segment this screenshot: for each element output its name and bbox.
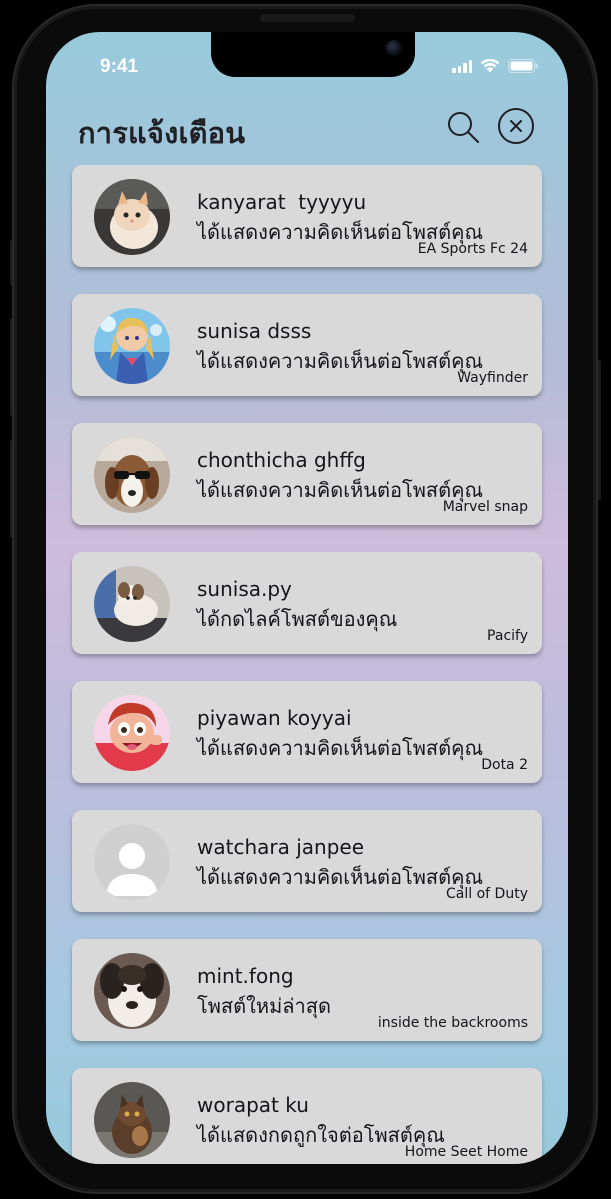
- notification-item[interactable]: worapat ku ได้แสดงกดถูกใจต่อโพสต์คุณ Hom…: [72, 1068, 542, 1164]
- puppy-closeup-avatar-icon[interactable]: [94, 953, 170, 1029]
- notification-item[interactable]: watchara janpee ได้แสดงความคิดเห็นต่อโพส…: [72, 810, 542, 912]
- notification-game: inside the backrooms: [377, 1015, 528, 1031]
- notification-game: Pacify: [487, 628, 528, 644]
- notification-username[interactable]: sunisa dsss: [197, 319, 311, 343]
- notification-item[interactable]: chonthicha ghffg ได้แสดงความคิดเห็นต่อโพ…: [72, 423, 542, 525]
- notification-message: ได้แสดงความคิดเห็นต่อโพสต์คุณ: [197, 865, 484, 889]
- search-button[interactable]: [446, 110, 482, 146]
- notification-game: EA Sports Fc 24: [417, 241, 528, 257]
- anime-girl-avatar-icon[interactable]: [94, 308, 170, 384]
- notification-game: Call of Duty: [446, 886, 528, 902]
- notification-message: โพสต์ใหม่ล่าสุด: [197, 994, 331, 1018]
- notification-username[interactable]: piyawan koyyai: [197, 706, 352, 730]
- close-icon: [510, 120, 522, 132]
- notification-username[interactable]: kanyarat tyyyyu: [197, 190, 366, 214]
- page-title: การแจ้งเตือน: [78, 116, 246, 150]
- notification-username[interactable]: watchara janpee: [197, 835, 364, 859]
- dog-sunglasses-avatar-icon[interactable]: [94, 437, 170, 513]
- battery-icon: [508, 59, 538, 73]
- notification-item[interactable]: kanyarat tyyyyu ได้แสดงความคิดเห็นต่อโพส…: [72, 165, 542, 267]
- notification-game: Home Seet Home: [404, 1144, 528, 1160]
- notification-message: ได้กดไลค์โพสต์ของคุณ: [197, 607, 398, 631]
- notification-item[interactable]: piyawan koyyai ได้แสดงความคิดเห็นต่อโพสต…: [72, 681, 542, 783]
- notification-item[interactable]: sunisa.py ได้กดไลค์โพสต์ของคุณ Pacify: [72, 552, 542, 654]
- notification-game: Dota 2: [481, 757, 528, 773]
- notification-username[interactable]: sunisa.py: [197, 577, 292, 601]
- puppy-avatar-icon[interactable]: [94, 566, 170, 642]
- notification-game: Marvel snap: [442, 499, 528, 515]
- close-button[interactable]: [498, 108, 534, 144]
- default-user-avatar-icon[interactable]: [94, 824, 170, 900]
- notification-username[interactable]: chonthicha ghffg: [197, 448, 366, 472]
- cat-avatar-icon[interactable]: [94, 1082, 170, 1158]
- notification-message: ได้แสดงความคิดเห็นต่อโพสต์คุณ: [197, 478, 484, 502]
- notification-username[interactable]: mint.fong: [197, 964, 294, 988]
- status-time: 9:41: [100, 56, 139, 77]
- cellular-signal-icon: [452, 59, 472, 73]
- notification-message: ได้แสดงความคิดเห็นต่อโพสต์คุณ: [197, 736, 484, 760]
- search-icon: [448, 112, 479, 143]
- wifi-icon: [480, 59, 500, 73]
- notification-username[interactable]: worapat ku: [197, 1093, 309, 1117]
- screen: 9:41 การแจ้งเตือน kanyarat tyyyyu ได้แสด…: [46, 32, 568, 1164]
- notch: [211, 32, 415, 77]
- notification-game: Wayfinder: [457, 370, 528, 386]
- notification-item[interactable]: sunisa dsss ได้แสดงความคิดเห็นต่อโพสต์คุ…: [72, 294, 542, 396]
- earpiece-speaker: [260, 14, 355, 22]
- status-icons: [452, 59, 538, 73]
- notification-item[interactable]: mint.fong โพสต์ใหม่ล่าสุด inside the bac…: [72, 939, 542, 1041]
- front-camera-icon: [386, 40, 402, 56]
- cartoon-character-avatar-icon[interactable]: [94, 695, 170, 771]
- notification-message: ได้แสดงความคิดเห็นต่อโพสต์คุณ: [197, 349, 484, 373]
- cat-avatar-icon[interactable]: [94, 179, 170, 255]
